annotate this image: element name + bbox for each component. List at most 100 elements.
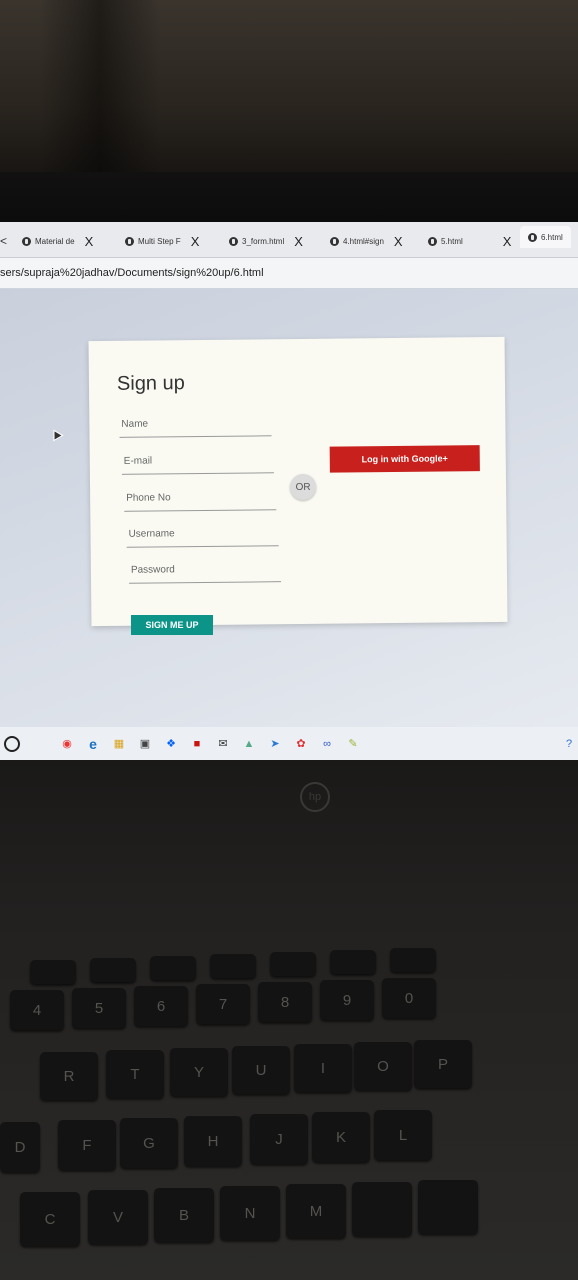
key-k[interactable]: K [312, 1112, 370, 1162]
cortana-icon[interactable] [4, 735, 20, 752]
phone-field[interactable]: Phone No [124, 491, 277, 512]
close-icon[interactable]: X [85, 234, 94, 249]
key-label: 6 [156, 997, 166, 1015]
key-r[interactable]: R [40, 1052, 98, 1100]
store-icon[interactable]: ▣ [138, 737, 152, 751]
key-0[interactable]: 0 [382, 978, 436, 1018]
key-l[interactable]: L [374, 1110, 432, 1160]
key-9[interactable]: 9 [320, 980, 374, 1020]
tab-4-html[interactable]: 4.html#sign X [330, 230, 403, 252]
globe-icon [330, 236, 339, 246]
google-login-button[interactable]: Log in with Google+ [329, 445, 480, 473]
tab-label: 5.html [441, 236, 463, 246]
key-t[interactable]: T [106, 1050, 164, 1098]
key-d[interactable]: D [0, 1122, 40, 1172]
key-period[interactable] [418, 1180, 478, 1234]
tab-5-html[interactable]: 5.html X [428, 230, 511, 252]
tab-back-arrow[interactable]: < [0, 230, 7, 252]
tab-6-html[interactable]: 6.html [520, 226, 571, 248]
password-placeholder: Password [130, 564, 175, 576]
key-fn[interactable] [150, 956, 196, 980]
netflix-icon[interactable]: ■ [190, 737, 204, 751]
paint-icon[interactable]: ✿ [294, 737, 308, 751]
key-8[interactable]: 8 [258, 982, 312, 1022]
help-icon[interactable]: ? [562, 737, 576, 751]
key-label: G [143, 1134, 155, 1152]
site-icon [125, 236, 134, 246]
chrome-icon[interactable]: ◉ [60, 737, 74, 751]
key-i[interactable]: I [294, 1044, 352, 1092]
key-h[interactable]: H [184, 1116, 242, 1166]
key-label: L [398, 1126, 408, 1144]
key-u[interactable]: U [232, 1046, 290, 1094]
dropbox-icon[interactable]: ❖ [164, 737, 178, 751]
send-icon[interactable]: ➤ [268, 737, 282, 751]
key-label: P [437, 1055, 448, 1073]
key-j[interactable]: J [250, 1114, 308, 1164]
username-field[interactable]: Username [126, 527, 279, 548]
app-icon[interactable]: ▲ [242, 737, 256, 751]
edge-icon[interactable]: e [86, 736, 100, 752]
tab-material-design[interactable]: Material de X [22, 230, 93, 252]
laptop-body: hp 4 5 6 7 8 9 0 R T Y U I O P D F G H J… [0, 760, 578, 1280]
key-label: U [255, 1061, 267, 1079]
mail-icon[interactable]: ✉ [216, 737, 230, 751]
wall-shadow [40, 0, 160, 175]
notes-icon[interactable]: ✎ [346, 737, 360, 751]
key-f[interactable]: F [58, 1120, 116, 1170]
key-label: V [112, 1208, 123, 1226]
tab-label: 3_form.html [242, 236, 285, 246]
key-label: M [309, 1202, 323, 1220]
key-fn[interactable] [30, 960, 76, 984]
key-o[interactable]: O [354, 1042, 412, 1090]
tab-label: 6.html [541, 232, 563, 242]
hp-logo: hp [300, 782, 330, 812]
key-comma[interactable] [352, 1182, 412, 1236]
key-label: 5 [94, 999, 104, 1017]
close-icon[interactable]: X [503, 234, 512, 249]
key-fn[interactable] [90, 958, 136, 982]
link-icon[interactable]: ∞ [320, 737, 334, 751]
or-divider: OR [289, 473, 317, 501]
address-bar[interactable]: sers/supraja%20jadhav/Documents/sign%20u… [0, 258, 578, 289]
key-label: D [14, 1138, 26, 1156]
key-n[interactable]: N [220, 1186, 280, 1240]
close-icon[interactable]: X [294, 234, 303, 249]
key-label: 8 [280, 993, 290, 1011]
key-5[interactable]: 5 [72, 988, 126, 1028]
sign-me-up-button[interactable]: SIGN ME UP [131, 615, 213, 635]
key-fn[interactable] [210, 954, 256, 978]
key-4[interactable]: 4 [10, 990, 64, 1030]
page-title: Sign up [116, 372, 185, 395]
key-y[interactable]: Y [170, 1048, 228, 1096]
key-v[interactable]: V [88, 1190, 148, 1244]
close-icon[interactable]: X [394, 234, 403, 249]
globe-icon [528, 232, 537, 242]
key-label: 0 [404, 989, 414, 1007]
key-6[interactable]: 6 [134, 986, 188, 1026]
password-field[interactable]: Password [128, 563, 282, 584]
key-p[interactable]: P [414, 1040, 472, 1088]
key-label: T [130, 1065, 140, 1083]
email-placeholder: E-mail [123, 455, 153, 467]
key-label: I [320, 1059, 326, 1077]
tab-3-form[interactable]: 3_form.html X [229, 230, 303, 252]
key-fn[interactable] [270, 952, 316, 976]
email-field[interactable]: E-mail [121, 454, 274, 475]
key-b[interactable]: B [154, 1188, 214, 1242]
name-field[interactable]: Name [119, 417, 272, 438]
tab-multi-step[interactable]: Multi Step F X [125, 230, 199, 252]
folder-icon[interactable]: ▦ [112, 737, 126, 751]
key-label: F [82, 1136, 92, 1154]
phone-placeholder: Phone No [126, 492, 171, 504]
key-fn[interactable] [390, 948, 436, 972]
close-icon[interactable]: X [191, 234, 200, 249]
name-placeholder: Name [121, 418, 149, 430]
key-g[interactable]: G [120, 1118, 178, 1168]
key-label: R [63, 1067, 75, 1085]
key-c[interactable]: C [20, 1192, 80, 1246]
key-fn[interactable] [330, 950, 376, 974]
key-label: C [44, 1210, 56, 1228]
key-m[interactable]: M [286, 1184, 346, 1238]
key-7[interactable]: 7 [196, 984, 250, 1024]
